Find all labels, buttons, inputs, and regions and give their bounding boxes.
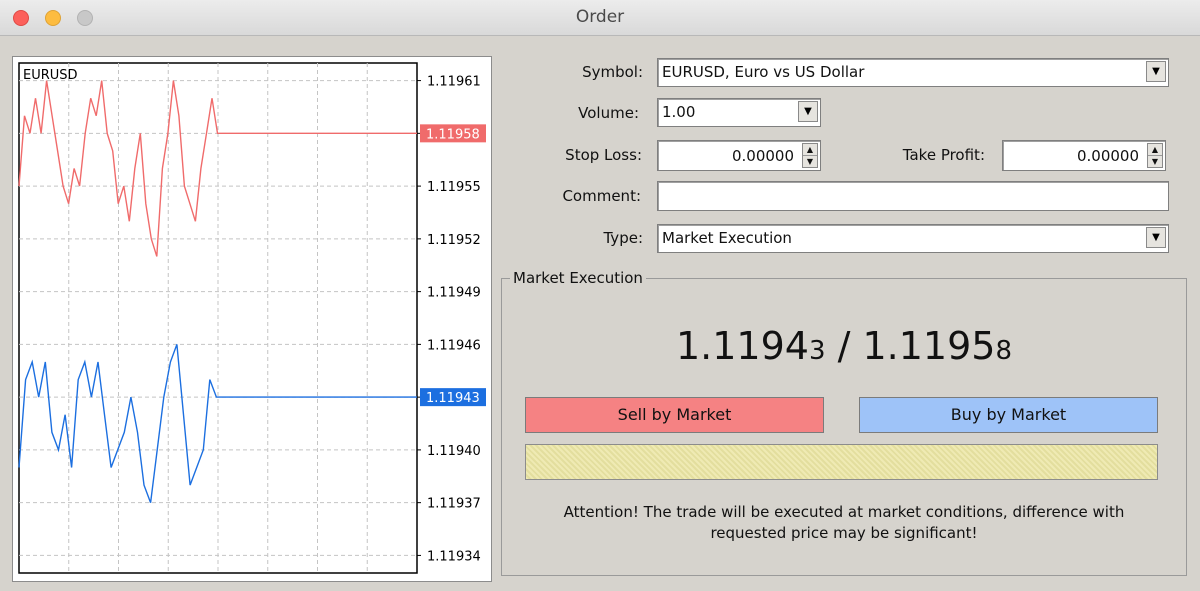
stop-loss-value: 0.00000: [731, 147, 794, 165]
ask-price-tag: 1.11958: [426, 127, 480, 142]
price-tick-label: 1.11937: [427, 497, 481, 512]
chart-symbol-label: EURUSD: [23, 68, 78, 83]
attention-message: Attention! The trade will be executed at…: [501, 502, 1187, 544]
take-profit-label: Take Profit:: [902, 146, 985, 164]
volume-label: Volume:: [578, 104, 639, 122]
attention-line-2: requested price may be significant!: [710, 524, 978, 542]
volume-value: 1.00: [662, 103, 696, 121]
spin-up-icon[interactable]: ▲: [1148, 144, 1162, 156]
take-profit-field[interactable]: 0.00000 ▲ ▼: [1002, 140, 1166, 171]
stop-loss-field[interactable]: 0.00000 ▲ ▼: [657, 140, 821, 171]
title-bar: Order: [0, 0, 1200, 36]
price-tick-label: 1.11961: [427, 75, 481, 90]
take-profit-spinner[interactable]: ▲ ▼: [1147, 143, 1163, 168]
ask-price: 1.1195: [862, 324, 996, 368]
bid-price-last-digit: 3: [808, 336, 826, 366]
group-title: Market Execution: [510, 269, 646, 287]
symbol-label: Symbol:: [582, 63, 643, 81]
price-chart-canvas: 1.11961 1.11958 1.11955 1.11952 1.11949 1.119…: [18, 62, 486, 574]
price-tick-label: 1.11949: [427, 286, 481, 301]
volume-combo[interactable]: 1.00 ▼: [657, 98, 821, 127]
execution-status-bar: [525, 444, 1158, 480]
price-tick-label: 1.11955: [427, 180, 481, 195]
sell-by-market-button[interactable]: Sell by Market: [525, 397, 824, 433]
chevron-down-icon[interactable]: ▼: [1146, 227, 1166, 248]
symbol-value: EURUSD, Euro vs US Dollar: [662, 63, 865, 81]
symbol-select[interactable]: EURUSD, Euro vs US Dollar ▼: [657, 58, 1169, 87]
spin-up-icon[interactable]: ▲: [803, 144, 817, 156]
spin-down-icon[interactable]: ▼: [803, 156, 817, 167]
price-chart: 1.11961 1.11958 1.11955 1.11952 1.11949 1.119…: [12, 56, 492, 582]
type-label: Type:: [603, 229, 643, 247]
quote-separator: /: [825, 324, 863, 368]
price-tick-label: 1.11946: [427, 338, 481, 353]
type-value: Market Execution: [662, 229, 792, 247]
stop-loss-spinner[interactable]: ▲ ▼: [802, 143, 818, 168]
take-profit-value: 0.00000: [1076, 147, 1139, 165]
ask-price-last-digit: 8: [995, 336, 1012, 366]
chevron-down-icon[interactable]: ▼: [1146, 61, 1166, 82]
comment-input[interactable]: [657, 181, 1169, 211]
spin-down-icon[interactable]: ▼: [1148, 156, 1162, 167]
quote-display: 1.11943 / 1.11958: [501, 324, 1187, 368]
price-tick-label: 1.11940: [427, 444, 481, 459]
type-select[interactable]: Market Execution ▼: [657, 224, 1169, 253]
buy-by-market-button[interactable]: Buy by Market: [859, 397, 1158, 433]
attention-line-1: Attention! The trade will be executed at…: [563, 503, 1125, 521]
bid-price: 1.1194: [676, 324, 809, 368]
price-tick-label: 1.11952: [427, 233, 481, 248]
chevron-down-icon[interactable]: ▼: [798, 101, 818, 122]
price-tick-label: 1.11934: [427, 549, 481, 564]
comment-label: Comment:: [562, 187, 641, 205]
stop-loss-label: Stop Loss:: [565, 146, 642, 164]
bid-price-tag: 1.11943: [426, 391, 480, 406]
window-title: Order: [575, 7, 625, 27]
